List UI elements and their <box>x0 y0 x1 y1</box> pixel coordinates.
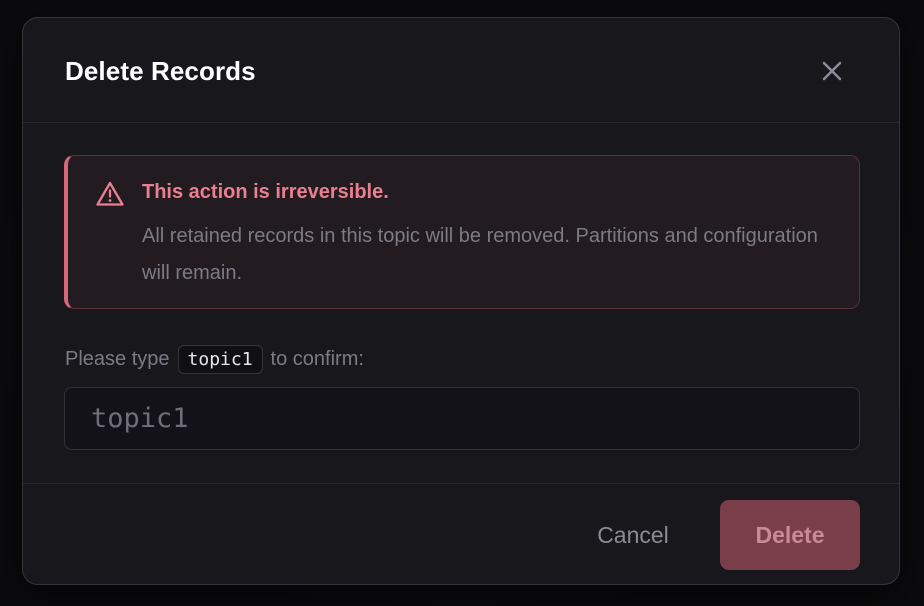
cancel-button[interactable]: Cancel <box>574 500 692 570</box>
confirm-suffix-text: to confirm: <box>270 347 364 370</box>
delete-records-dialog: Delete Records This action is irreversib… <box>22 17 900 585</box>
warning-triangle-icon <box>96 181 124 206</box>
close-button[interactable] <box>815 54 849 88</box>
dialog-footer: Cancel Delete <box>23 483 899 585</box>
alert-description: All retained records in this topic will … <box>142 225 818 284</box>
delete-button[interactable]: Delete <box>720 500 860 570</box>
dialog-header: Delete Records <box>23 18 899 123</box>
topic-name-code: topic1 <box>177 344 263 374</box>
dialog-title: Delete Records <box>65 56 256 86</box>
close-icon <box>822 61 842 81</box>
confirm-prefix-text: Please type <box>65 347 170 370</box>
confirm-topic-input[interactable] <box>64 387 860 450</box>
irreversible-warning-alert: This action is irreversible. All retaine… <box>64 155 860 309</box>
alert-title: This action is irreversible. <box>142 181 389 203</box>
confirm-instruction: Please type topic1 to confirm: <box>65 341 364 377</box>
